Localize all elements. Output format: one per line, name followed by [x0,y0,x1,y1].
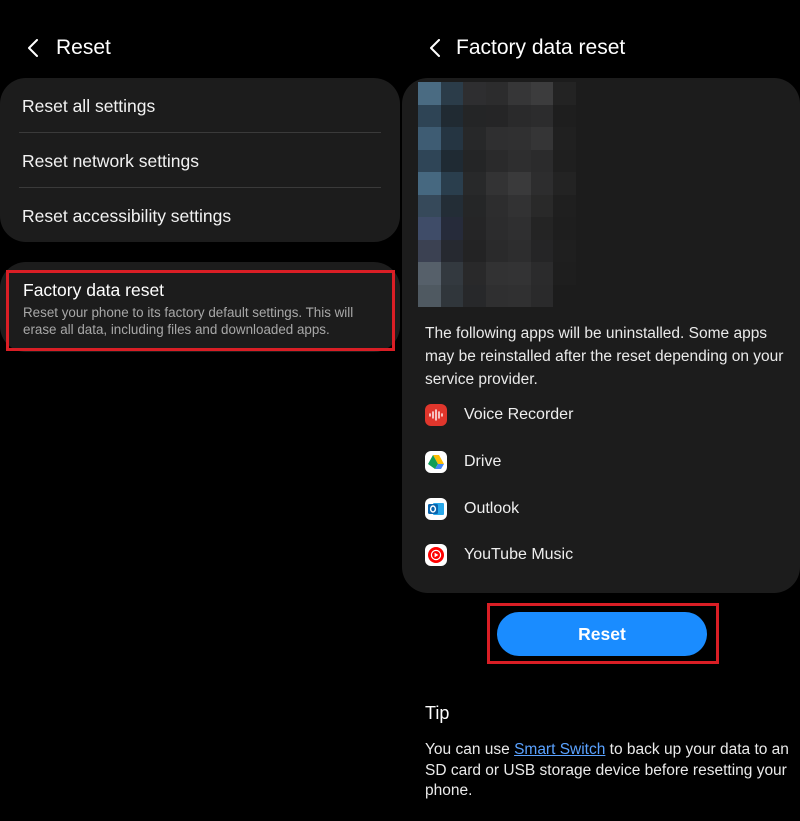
page-title: Factory data reset [456,36,626,59]
highlight-outline [6,270,395,351]
youtube-music-icon [425,544,447,566]
divider [19,132,381,133]
google-drive-icon [425,451,447,473]
outlook-icon [425,498,447,520]
app-item-drive: Drive [425,449,501,475]
app-item-outlook: Outlook [425,496,519,522]
app-name: Outlook [464,500,520,517]
right-header: Factory data reset [424,28,625,68]
blurred-account-image [418,82,576,307]
back-arrow-icon[interactable] [22,37,44,59]
uninstall-notice: The following apps will be uninstalled. … [425,325,784,388]
page-title: Reset [56,36,111,59]
voice-recorder-icon [425,404,447,426]
back-arrow-icon[interactable] [424,37,446,59]
app-name: Voice Recorder [464,406,574,423]
reset-options-card: Reset all settings Reset network setting… [0,78,400,242]
highlight-outline [487,603,719,664]
reset-accessibility-settings-item[interactable]: Reset accessibility settings [22,206,382,227]
divider [19,187,381,188]
app-item-youtube-music: YouTube Music [425,542,573,568]
tip-text-prefix: You can use [425,741,515,758]
app-name: YouTube Music [464,546,574,563]
app-item-voice-recorder: Voice Recorder [425,402,573,428]
app-name: Drive [464,453,502,470]
reset-network-settings-item[interactable]: Reset network settings [22,151,382,172]
tip-title: Tip [425,703,450,723]
reset-all-settings-item[interactable]: Reset all settings [22,96,382,117]
smart-switch-link[interactable]: Smart Switch [514,741,605,758]
left-header: Reset [22,28,111,68]
tip-text: You can use Smart Switch to back up your… [425,740,795,802]
